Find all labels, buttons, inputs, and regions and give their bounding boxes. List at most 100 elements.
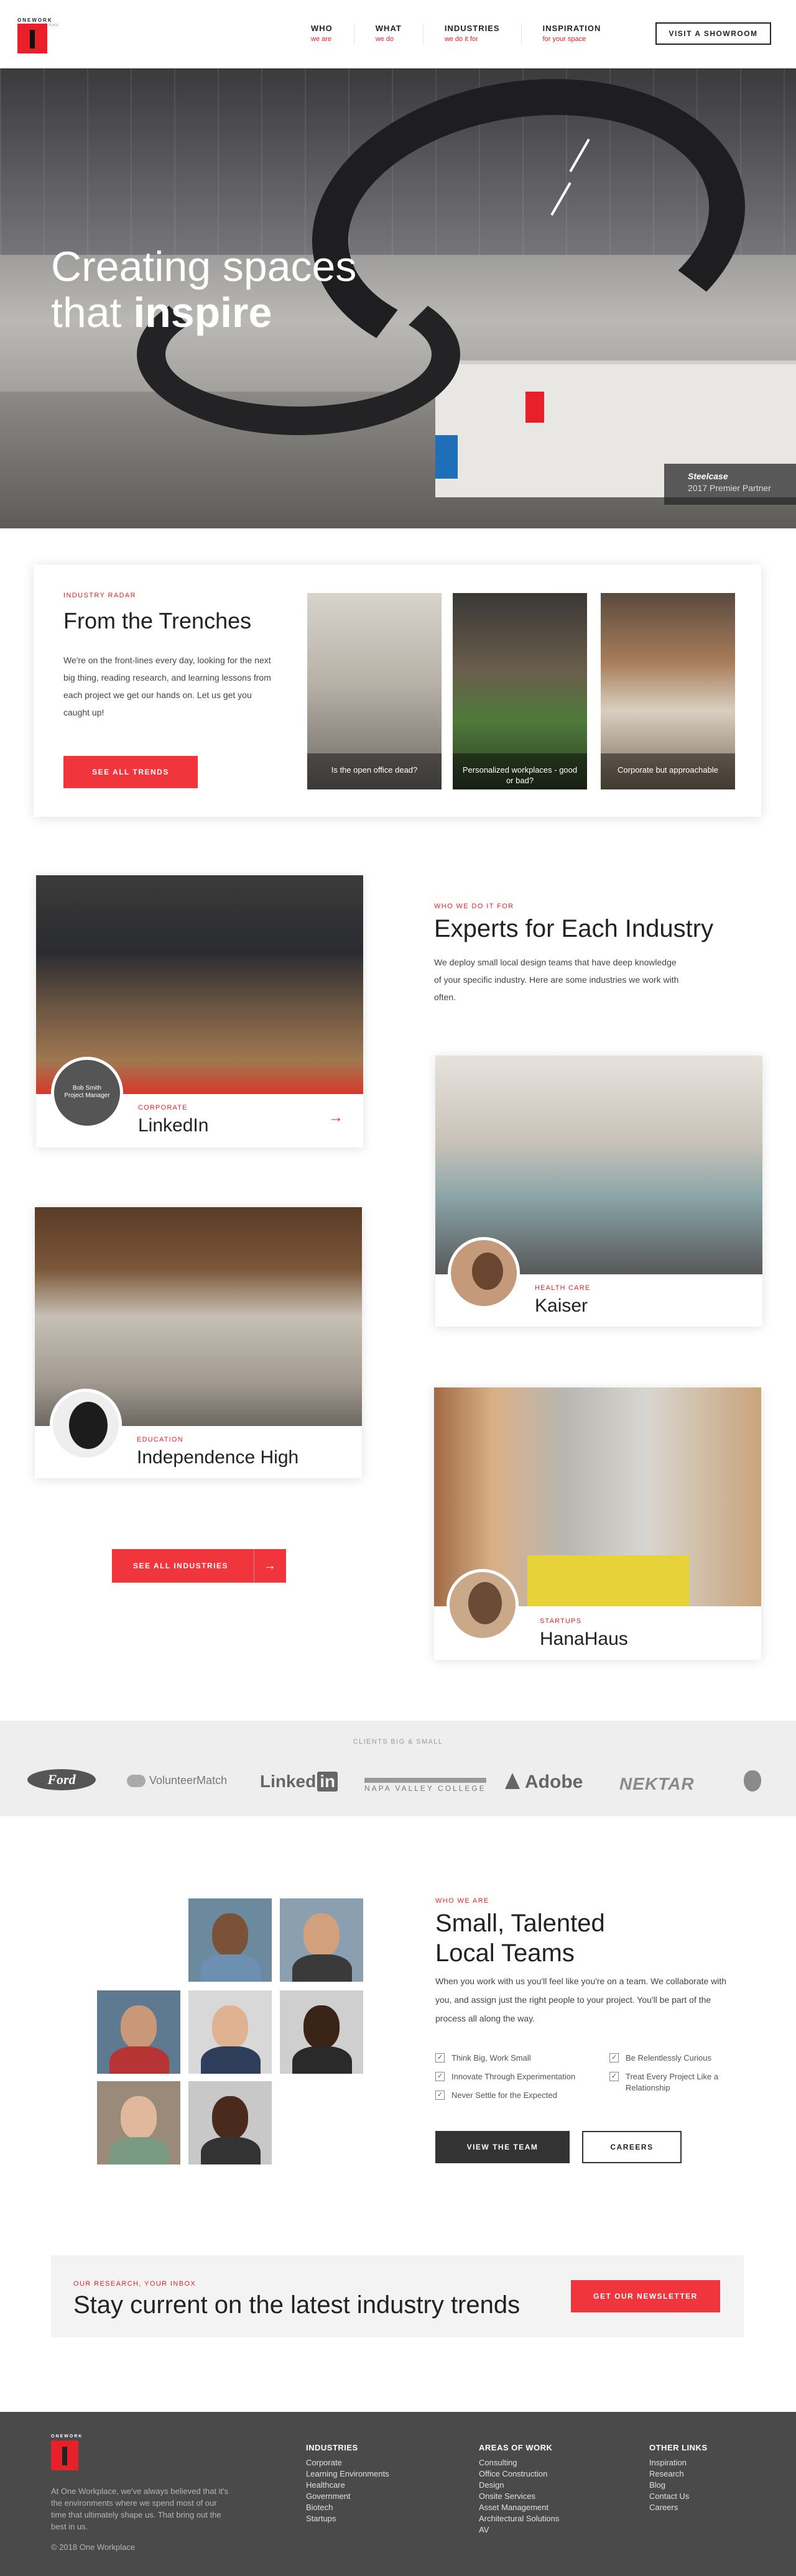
client-logo-linkedin: Linked in <box>260 1772 338 1792</box>
client-logo-volunteermatch: VolunteerMatch <box>127 1774 227 1788</box>
footer-link[interactable]: Healthcare <box>306 2480 389 2491</box>
client-logo-adobe: Adobe <box>505 1772 583 1793</box>
team-face <box>212 2005 248 2049</box>
footer-link[interactable]: Asset Management <box>479 2502 559 2513</box>
footer-link[interactable]: Research <box>649 2468 708 2480</box>
site-header: ONEWORK PLACE WHO we are WHAT we do INDU… <box>0 0 796 68</box>
visit-showroom-button[interactable]: VISIT A SHOWROOM <box>655 22 771 45</box>
footer-link[interactable]: Design <box>479 2480 559 2491</box>
nav-subtitle: we are <box>311 35 332 43</box>
footer-column-industries: INDUSTRIES Corporate Learning Environmen… <box>306 2443 389 2524</box>
checkbox-icon: ✓ <box>435 2053 445 2063</box>
newsletter-title: Stay current on the latest industry tren… <box>73 2291 521 2319</box>
value-check-item: ✓ Be Relentlessly Curious <box>609 2053 734 2064</box>
team-member-photo <box>188 1990 272 2074</box>
trend-card[interactable]: Personalized workplaces - good or bad? <box>453 593 587 789</box>
footer-link[interactable]: Office Construction <box>479 2468 559 2480</box>
apple-logo-icon <box>744 1770 761 1792</box>
value-text: Never Settle for the Expected <box>451 2091 557 2100</box>
trend-card-caption: Corporate but approachable <box>601 753 735 789</box>
clients-eyebrow: CLIENTS BIG & SMALL <box>353 1738 443 1746</box>
team-body <box>201 1954 261 1982</box>
hero-title: Creating spaces that inspire <box>51 244 356 336</box>
industry-name: LinkedIn <box>138 1115 209 1136</box>
footer-link[interactable]: Biotech <box>306 2502 389 2513</box>
avatar-face <box>472 1253 503 1290</box>
site-logo[interactable]: ONEWORK PLACE <box>17 17 58 53</box>
trend-card-caption: Is the open office dead? <box>307 753 442 789</box>
value-check-item: ✓ Innovate Through Experimentation <box>435 2071 591 2082</box>
see-all-industries-label: SEE ALL INDUSTRIES <box>133 1562 229 1570</box>
page: ONEWORK PLACE WHO we are WHAT we do INDU… <box>0 0 796 2576</box>
see-all-trends-button[interactable]: SEE ALL TRENDS <box>63 756 198 788</box>
nav-item-inspiration[interactable]: INSPIRATION for your space <box>543 24 622 45</box>
careers-button[interactable]: CAREERS <box>582 2131 682 2163</box>
checkbox-icon: ✓ <box>609 2053 619 2063</box>
newsletter-button[interactable]: GET OUR NEWSLETTER <box>571 2280 720 2312</box>
trend-card-caption: Personalized workplaces - good or bad? <box>453 753 587 789</box>
footer-link[interactable]: Contact Us <box>649 2491 708 2502</box>
value-check-item: ✓ Never Settle for the Expected <box>435 2090 591 2101</box>
footer-link[interactable]: Inspiration <box>649 2457 708 2468</box>
footer-logo[interactable]: ONEWORK <box>51 2434 82 2473</box>
client-logo-nektar: NEKTAR <box>619 1774 695 1793</box>
nav-title: INSPIRATION <box>542 24 601 33</box>
industry-card-independence-high[interactable]: EDUCATION Independence High <box>35 1207 362 1478</box>
footer-link[interactable]: Architectural Solutions <box>479 2513 559 2524</box>
industry-name: HanaHaus <box>540 1629 628 1649</box>
industry-card-hanahaus[interactable]: STARTUPS HanaHaus <box>434 1387 761 1660</box>
footer-column-other-links: OTHER LINKS Inspiration Research Blog Co… <box>649 2443 708 2513</box>
arrow-right-icon[interactable]: → <box>328 1109 343 1126</box>
footer-link[interactable]: Onsite Services <box>479 2491 559 2502</box>
footer-link[interactable]: AV <box>479 2524 559 2536</box>
value-text: Be Relentlessly Curious <box>626 2053 712 2063</box>
team-title: Small, Talented Local Teams <box>435 1908 605 1968</box>
team-member-photo <box>280 1990 363 2074</box>
team-body <box>109 2137 169 2164</box>
team-member-photo <box>97 2081 180 2164</box>
hero-title-line2: that <box>51 289 134 336</box>
avatar-overlay-role: Project Manager <box>64 1092 110 1099</box>
nav-item-industries[interactable]: INDUSTRIES we do it for <box>445 24 522 45</box>
nav-item-who[interactable]: WHO we are <box>311 24 354 45</box>
partner-brand: Steelcase <box>688 471 728 481</box>
footer-column-heading: AREAS OF WORK <box>479 2443 553 2452</box>
see-all-industries-button[interactable]: SEE ALL INDUSTRIES → <box>112 1549 286 1583</box>
checkbox-icon: ✓ <box>609 2072 619 2081</box>
view-team-button[interactable]: VIEW THE TEAM <box>435 2131 570 2163</box>
volunteermatch-hands-icon <box>127 1775 146 1788</box>
hero-chair-graphic <box>435 435 458 479</box>
team-face <box>121 2005 157 2049</box>
hero-title-line1: Creating spaces <box>51 243 357 290</box>
logo-mark <box>17 24 47 53</box>
industry-card-linkedin[interactable]: Bob Smith Project Manager CORPORATE Link… <box>36 875 363 1148</box>
trend-card[interactable]: Is the open office dead? <box>307 593 442 789</box>
team-body <box>109 2046 169 2074</box>
footer-link[interactable]: Government <box>306 2491 389 2502</box>
avatar <box>447 1569 519 1641</box>
footer-link[interactable]: Blog <box>649 2480 708 2491</box>
footer-link[interactable]: Learning Environments <box>306 2468 389 2480</box>
team-member-photo <box>188 1898 272 1982</box>
industry-card-rug <box>527 1555 689 1606</box>
linkedin-in-badge: in <box>317 1772 338 1792</box>
clients-strip: CLIENTS BIG & SMALL Ford VolunteerMatch … <box>0 1721 796 1816</box>
footer-link[interactable]: Corporate <box>306 2457 389 2468</box>
footer-link[interactable]: Startups <box>306 2513 389 2524</box>
nav-item-what[interactable]: WHAT we do <box>376 24 423 45</box>
industry-card-kaiser[interactable]: HEALTH CARE Kaiser <box>435 1056 762 1327</box>
team-member-photo <box>188 2081 272 2164</box>
team-eyebrow: WHO WE ARE <box>435 1897 489 1905</box>
site-footer: ONEWORK At One Workplace, we've always b… <box>0 2412 796 2576</box>
hero-title-emphasis: inspire <box>133 289 272 336</box>
footer-link[interactable]: Consulting <box>479 2457 559 2468</box>
team-body: When you work with us you'll feel like y… <box>435 1976 727 2023</box>
team-face <box>121 2096 157 2140</box>
nav-subtitle: we do it for <box>444 35 478 43</box>
team-body <box>201 2046 261 2074</box>
trend-card[interactable]: Corporate but approachable <box>601 593 735 789</box>
industry-tag: EDUCATION <box>137 1436 183 1443</box>
industry-tag: STARTUPS <box>540 1617 582 1625</box>
footer-link[interactable]: Careers <box>649 2502 708 2513</box>
client-logo-napa-valley-college: NAPA VALLEY COLLEGE <box>364 1778 486 1793</box>
